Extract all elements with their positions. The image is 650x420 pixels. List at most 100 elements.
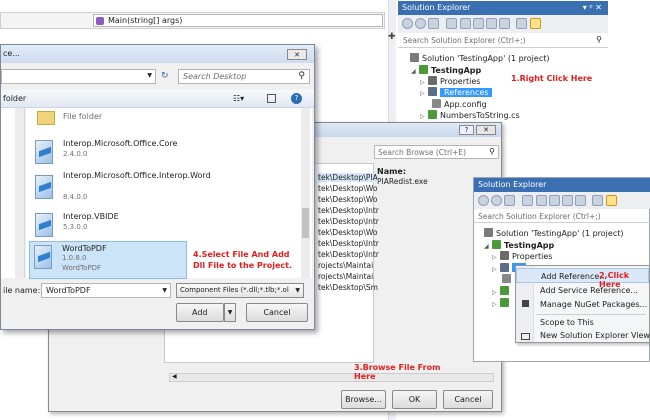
method-name: Main(string[] args): [108, 16, 183, 25]
help-icon[interactable]: ?: [291, 93, 302, 104]
path-row[interactable]: tek\Desktop\Wo: [318, 228, 377, 237]
path-row[interactable]: tek\Desktop\Sm: [318, 283, 378, 292]
detail-name-value: PIARedist.exe: [377, 177, 428, 186]
tree-app-config[interactable]: App.config: [432, 99, 487, 109]
path-row[interactable]: tek\Desktop\Intr: [318, 239, 379, 248]
path-row[interactable]: tek\Desktop\Wo: [318, 184, 377, 193]
address-dropdown-icon[interactable]: ▼: [147, 72, 152, 79]
path-row[interactable]: tek\Desktop\Intr: [318, 250, 379, 259]
tree-file-secondary-1[interactable]: ▷: [492, 286, 512, 296]
file-type-select[interactable]: Component Files (*.dll;*.tlb;*.ol ▼: [176, 283, 304, 298]
member-dropdown[interactable]: Main(string[] args): [93, 14, 383, 27]
collapsed-arrow-icon[interactable]: ▷: [492, 289, 500, 296]
tree-properties[interactable]: ▷ Properties: [420, 76, 480, 86]
close-icon[interactable]: ✕: [476, 125, 496, 135]
menu-manage-nuget[interactable]: Manage NuGet Packages...: [516, 297, 650, 312]
path-row[interactable]: tek\Desktop\Wo: [318, 195, 377, 204]
refresh-icon[interactable]: [473, 18, 484, 29]
reference-search-box[interactable]: Search Browse (Ctrl+E) ⚲: [374, 145, 499, 159]
tree-file-secondary-2[interactable]: ▷: [492, 298, 512, 308]
properties-icon[interactable]: [516, 18, 527, 29]
browse-cancel-button[interactable]: Cancel: [246, 303, 308, 322]
dropdown-arrow-icon[interactable]: ▼: [295, 287, 300, 294]
pin-icon[interactable]: ✚: [388, 32, 396, 42]
tree-project[interactable]: ◢ TestingApp: [411, 65, 481, 75]
show-all-files-icon[interactable]: [499, 18, 510, 29]
tree-solution[interactable]: Solution 'TestingApp' (1 project): [410, 53, 549, 63]
view-options-icon[interactable]: ☷▾: [233, 94, 244, 103]
preview-icon[interactable]: [530, 18, 541, 29]
collapsed-arrow-icon[interactable]: ▷: [492, 301, 500, 308]
forward-icon[interactable]: [491, 195, 502, 206]
close-icon[interactable]: ✕: [287, 49, 307, 60]
file-item-version: 2.4.0.0: [63, 150, 88, 158]
tree-app-config-label: App.config: [444, 100, 487, 109]
collapsed-arrow-icon[interactable]: ▷: [420, 113, 428, 120]
tree-app-config-secondary[interactable]: [502, 274, 514, 284]
back-icon[interactable]: [478, 195, 489, 206]
sync-icon[interactable]: [536, 195, 547, 206]
scroll-left-icon[interactable]: ◀: [172, 373, 177, 380]
reference-cancel-button[interactable]: Cancel: [443, 390, 493, 409]
references-icon: [500, 263, 509, 272]
browse-button[interactable]: Browse...: [341, 390, 386, 409]
browse-file-dialog: ce... ✕ ▼ ↻ Search Desktop ⚲ folder ☷▾ ?…: [0, 44, 315, 330]
tree-references-label: References: [440, 88, 493, 97]
add-button[interactable]: Add: [176, 303, 224, 322]
refresh-icon[interactable]: ↻: [161, 71, 169, 81]
collapsed-arrow-icon[interactable]: ▷: [420, 90, 428, 97]
home-icon[interactable]: [504, 195, 515, 206]
path-row[interactable]: rojects\Maintai: [318, 261, 373, 270]
solution-search-box[interactable]: Search Solution Explorer (Ctrl+;) ⚲: [398, 34, 608, 48]
collapsed-arrow-icon[interactable]: ▷: [492, 254, 500, 261]
csharp-project-icon: [419, 65, 428, 74]
help-icon[interactable]: ?: [459, 125, 474, 135]
ok-button[interactable]: OK: [392, 390, 437, 409]
preview-pane-icon[interactable]: [267, 94, 276, 103]
home-icon[interactable]: [428, 18, 439, 29]
collapsed-arrow-icon[interactable]: ▷: [420, 79, 428, 86]
sync-icon[interactable]: [460, 18, 471, 29]
add-split-arrow-icon[interactable]: ▼: [224, 303, 236, 322]
tree-references-secondary[interactable]: ▷: [492, 263, 526, 273]
expanded-arrow-icon[interactable]: ◢: [411, 68, 419, 75]
path-row[interactable]: tek\Desktop\Intr: [318, 217, 379, 226]
tree-references[interactable]: ▷ References: [420, 87, 493, 97]
properties-icon[interactable]: [592, 195, 603, 206]
window-controls[interactable]: ▾ ᵖ ✕: [583, 1, 602, 15]
browse-dialog-title: ce...: [3, 49, 20, 58]
collapse-all-icon[interactable]: [562, 195, 573, 206]
preview-icon[interactable]: [606, 195, 617, 206]
dropdown-arrow-icon[interactable]: ▼: [162, 287, 167, 294]
address-bar[interactable]: ▼: [1, 69, 156, 84]
back-icon[interactable]: [402, 18, 413, 29]
tree-solution-secondary[interactable]: Solution 'TestingApp' (1 project): [484, 228, 623, 238]
solution-icon: [484, 228, 493, 237]
menu-new-solution-explorer-view[interactable]: New Solution Explorer View: [516, 328, 650, 343]
tree-project-secondary[interactable]: ◢ TestingApp: [484, 240, 554, 250]
nav-scrollbar[interactable]: [15, 108, 24, 278]
pending-changes-icon[interactable]: [446, 18, 457, 29]
tree-numbers-to-string[interactable]: ▷ NumbersToString.cs: [420, 110, 520, 120]
show-all-files-icon[interactable]: [575, 195, 586, 206]
browse-search-box[interactable]: Search Desktop ⚲: [178, 69, 310, 84]
path-row[interactable]: rojects\Maintai: [318, 272, 373, 281]
refresh-icon[interactable]: [549, 195, 560, 206]
path-row[interactable]: tek\Desktop\PIA: [318, 173, 378, 182]
file-item-office-interop-word[interactable]: Interop.Microsoft.Office.Interop.Word 8.…: [31, 169, 301, 207]
collapsed-arrow-icon[interactable]: ▷: [492, 266, 500, 273]
scroll-thumb[interactable]: [302, 208, 309, 238]
file-item-wordtopdf[interactable]: WordToPDF 1.0.8.0 WordToPDF: [29, 241, 187, 279]
path-row[interactable]: tek\Desktop\Intr: [318, 206, 379, 215]
file-item-office-core[interactable]: Interop.Microsoft.Office.Core 2.4.0.0: [31, 137, 301, 173]
pending-changes-icon[interactable]: [522, 195, 533, 206]
tree-properties-secondary[interactable]: ▷ Properties: [492, 251, 552, 261]
file-name-input[interactable]: WordToPDF ▼: [41, 283, 171, 298]
solution-search-box-secondary[interactable]: Search Solution Explorer (Ctrl+;): [474, 210, 650, 223]
horizontal-scrollbar[interactable]: [169, 373, 494, 382]
assembly-file-icon: [34, 245, 52, 269]
expanded-arrow-icon[interactable]: ◢: [484, 243, 492, 250]
solution-search-placeholder: Search Solution Explorer (Ctrl+;): [403, 36, 526, 45]
collapse-all-icon[interactable]: [486, 18, 497, 29]
forward-icon[interactable]: [415, 18, 426, 29]
